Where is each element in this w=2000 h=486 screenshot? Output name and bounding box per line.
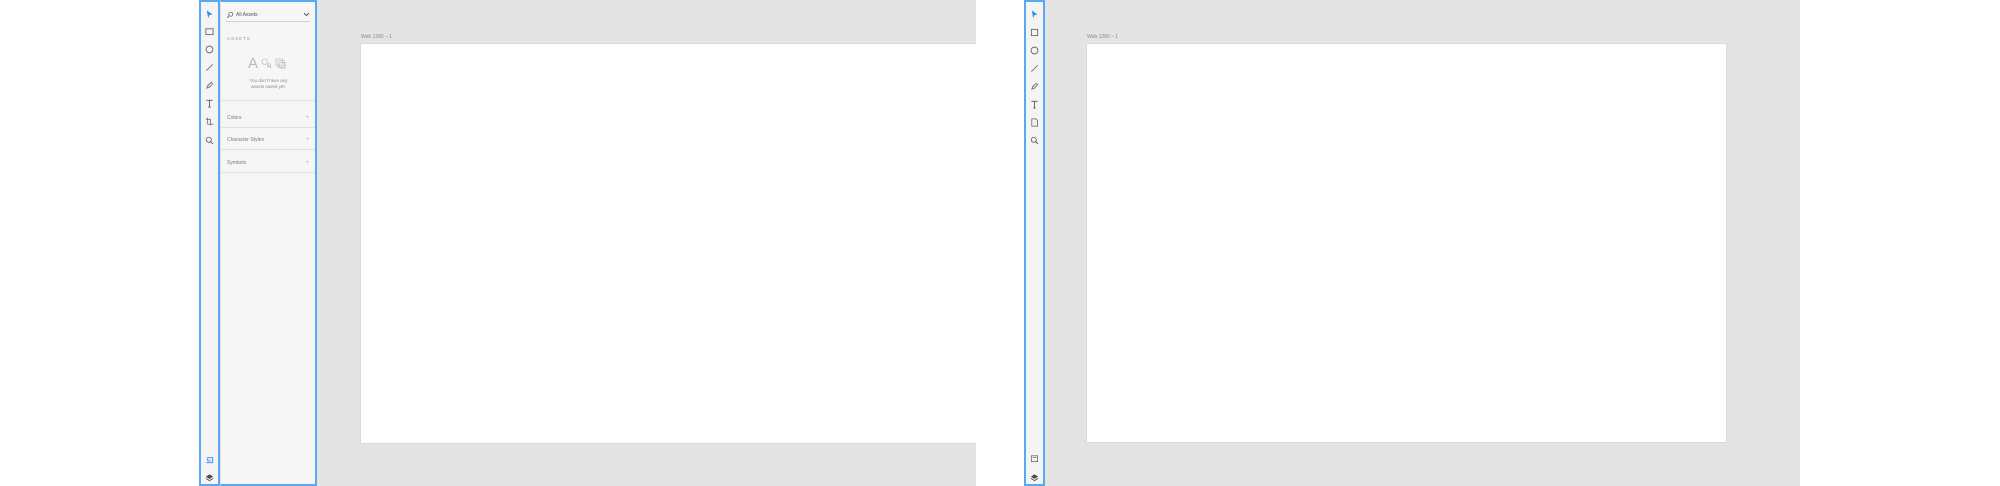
section-label-symbols: Symbols [227, 160, 247, 166]
artboard-page-icon [1031, 118, 1039, 126]
line-icon [206, 63, 213, 71]
assets-panel-toggle[interactable] [201, 453, 218, 465]
divider [221, 149, 315, 150]
empty-message-line: assets saved yet. [251, 84, 286, 89]
zoom-magnifier-icon [205, 136, 214, 144]
layers-panel-toggle[interactable] [201, 471, 218, 483]
color-swatch-icon [261, 58, 272, 69]
symbols-section[interactable]: Symbols + [227, 158, 309, 168]
divider [221, 100, 315, 101]
colors-section[interactable]: Colors + [227, 113, 309, 123]
ellipse-icon [205, 45, 214, 53]
assets-panel-toggle[interactable] [1026, 452, 1043, 464]
assets-search-input[interactable] [236, 11, 303, 18]
ellipse-icon [1030, 46, 1039, 54]
add-character-style-icon[interactable]: + [305, 137, 309, 143]
character-style-icon: A [248, 55, 259, 72]
symbol-stack-icon [275, 58, 286, 69]
add-color-icon[interactable]: + [305, 115, 309, 121]
zoom-magnifier-icon [1030, 136, 1039, 144]
artboard-tool-button[interactable] [1026, 115, 1043, 129]
line-icon [1031, 64, 1038, 72]
divider [221, 172, 315, 173]
artboard-canvas[interactable] [1086, 43, 1727, 443]
text-t-icon [1031, 100, 1038, 109]
layers-icon [1030, 473, 1039, 481]
artboard-title[interactable]: Web 1280 – 1 [1087, 34, 1118, 40]
layers-panel-toggle[interactable] [1026, 471, 1043, 483]
add-symbol-icon[interactable]: + [305, 160, 309, 166]
text-tool-button[interactable] [201, 96, 218, 110]
rectangle-tool-button[interactable] [1026, 25, 1043, 39]
select-arrow-icon [206, 9, 213, 18]
artboard-icon [205, 116, 214, 126]
left-toolbar [199, 0, 220, 486]
assets-filter[interactable] [226, 8, 310, 22]
right-toolbar [1024, 0, 1045, 486]
rectangle-icon [205, 27, 214, 35]
zoom-tool-button[interactable] [1026, 133, 1043, 147]
rectangle-icon [1030, 28, 1039, 36]
assets-icon [206, 456, 214, 463]
select-arrow-icon [1031, 9, 1038, 18]
assets-heading: ASSETS [227, 36, 251, 41]
section-label-colors: Colors [227, 115, 242, 121]
select-tool-button[interactable] [1026, 7, 1043, 21]
artboard-canvas[interactable] [360, 43, 976, 444]
ellipse-tool-button[interactable] [1026, 43, 1043, 57]
pen-icon [206, 81, 214, 89]
select-tool-button[interactable] [201, 7, 218, 21]
line-tool-button[interactable] [201, 60, 218, 74]
left-app-window: ASSETS A You don't have any assets saved… [199, 0, 976, 486]
text-tool-button[interactable] [1026, 97, 1043, 111]
artboard-tool-button[interactable] [201, 114, 218, 128]
artboard-title[interactable]: Web 1280 – 1 [361, 34, 392, 40]
section-label-character-styles: Character Styles [227, 137, 264, 143]
pen-icon [1031, 82, 1039, 90]
empty-assets-illustration: A [248, 56, 286, 71]
pen-tool-button[interactable] [201, 78, 218, 92]
zoom-tool-button[interactable] [201, 133, 218, 147]
pen-tool-button[interactable] [1026, 79, 1043, 93]
chevron-down-icon[interactable] [303, 11, 310, 18]
rectangle-tool-button[interactable] [201, 24, 218, 38]
assets-icon [1030, 454, 1039, 462]
ellipse-tool-button[interactable] [201, 42, 218, 56]
text-t-icon [206, 99, 213, 108]
character-styles-section[interactable]: Character Styles + [227, 135, 309, 145]
empty-assets-message: You don't have any assets saved yet. [241, 78, 296, 90]
divider [221, 127, 315, 128]
line-tool-button[interactable] [1026, 61, 1043, 75]
right-app-window: Web 1280 – 1 [1024, 0, 1800, 486]
layers-icon [205, 473, 214, 481]
search-icon [226, 11, 234, 18]
assets-panel: ASSETS A You don't have any assets saved… [220, 0, 317, 486]
